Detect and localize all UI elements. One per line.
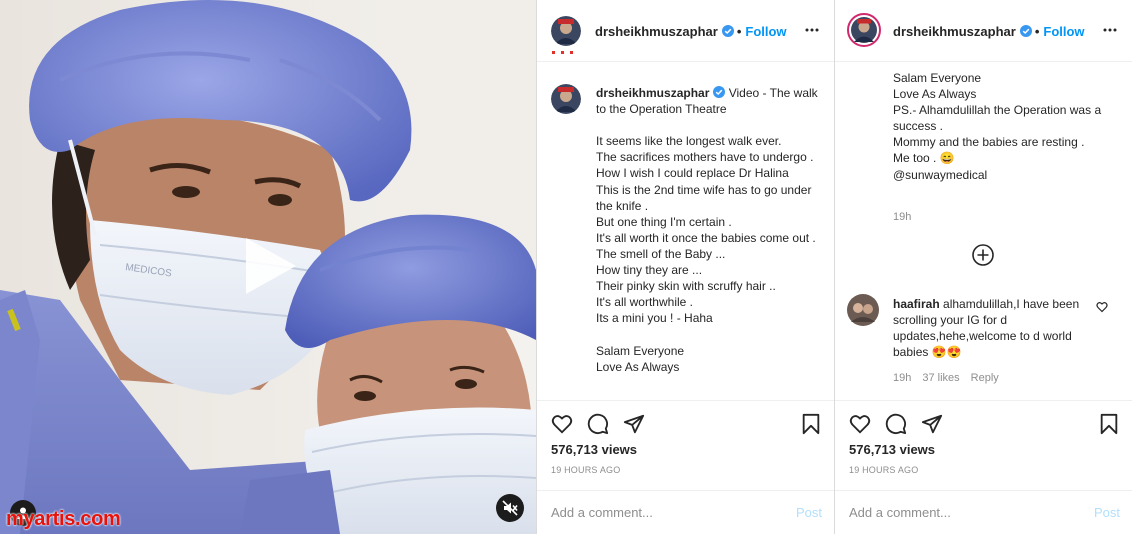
comment-avatar[interactable] (847, 294, 879, 326)
comment-meta: 19h 37 likes Reply (893, 372, 1010, 384)
caption-time: 19h (893, 211, 912, 223)
verified-icon (713, 86, 726, 98)
share-icon[interactable] (623, 413, 645, 435)
post-video[interactable]: MEDICOS myartis.com (0, 0, 536, 534)
bookmark-icon[interactable] (800, 413, 822, 435)
more-options-icon[interactable] (804, 22, 820, 38)
mute-icon[interactable] (496, 494, 524, 522)
comment-input[interactable]: Add a comment... (551, 505, 653, 520)
post-button[interactable]: Post (796, 505, 822, 520)
comment-form: Add a comment... Post (835, 490, 1132, 534)
caption-username[interactable]: drsheikhmuszaphar (596, 86, 709, 100)
comment-icon[interactable] (587, 413, 609, 435)
heart-icon[interactable] (551, 413, 573, 435)
timestamp: 19 HOURS AGO (551, 465, 621, 475)
post-caption: drsheikhmuszaphar Video - The walk to th… (596, 85, 820, 375)
bookmark-icon[interactable] (1098, 413, 1120, 435)
view-count[interactable]: 576,713 views (849, 442, 935, 457)
follow-button[interactable]: Follow (745, 24, 786, 39)
comment-input[interactable]: Add a comment... (849, 505, 951, 520)
more-options-icon[interactable] (1102, 22, 1118, 38)
username[interactable]: drsheikhmuszaphar (893, 24, 1016, 39)
comment-body: haafirah alhamdulillah,I have been scrol… (893, 296, 1099, 360)
avatar[interactable] (551, 16, 581, 46)
play-icon[interactable] (238, 234, 302, 298)
post-button[interactable]: Post (1094, 505, 1120, 520)
watermark: myartis.com (6, 508, 121, 530)
comment-time: 19h (893, 372, 912, 384)
story-dots (552, 51, 573, 54)
comment-likes[interactable]: 37 likes (922, 372, 959, 384)
verified-icon (1019, 25, 1032, 37)
comment-icon[interactable] (885, 413, 907, 435)
verified-icon (721, 25, 734, 37)
post-panel-comments: drsheikhmuszaphar • Follow Salam Everyone … (834, 0, 1132, 534)
caption-avatar[interactable] (551, 84, 581, 114)
avatar[interactable] (847, 13, 881, 47)
post-panel-caption: drsheikhmuszaphar • Follow drsheikhmuszaph… (536, 0, 834, 534)
share-icon[interactable] (921, 413, 943, 435)
username[interactable]: drsheikhmuszaphar (595, 24, 718, 39)
comment-form: Add a comment... Post (537, 490, 834, 534)
follow-button[interactable]: Follow (1043, 24, 1084, 39)
dot-separator: • (736, 24, 742, 39)
dot-separator: • (1034, 24, 1040, 39)
timestamp: 19 HOURS AGO (849, 465, 919, 475)
heart-icon[interactable] (1096, 301, 1108, 313)
add-circle-icon[interactable] (971, 243, 995, 267)
heart-icon[interactable] (849, 413, 871, 435)
post-header: drsheikhmuszaphar • Follow (835, 0, 1132, 62)
post-header: drsheikhmuszaphar • Follow (537, 0, 834, 62)
caption-continued: Salam Everyone Love As Always PS.- Alham… (893, 71, 1102, 182)
caption-body: It seems like the longest walk ever. The… (596, 134, 816, 374)
view-count[interactable]: 576,713 views (551, 442, 637, 457)
reply-button[interactable]: Reply (971, 372, 999, 384)
comment-username[interactable]: haafirah (893, 297, 940, 311)
